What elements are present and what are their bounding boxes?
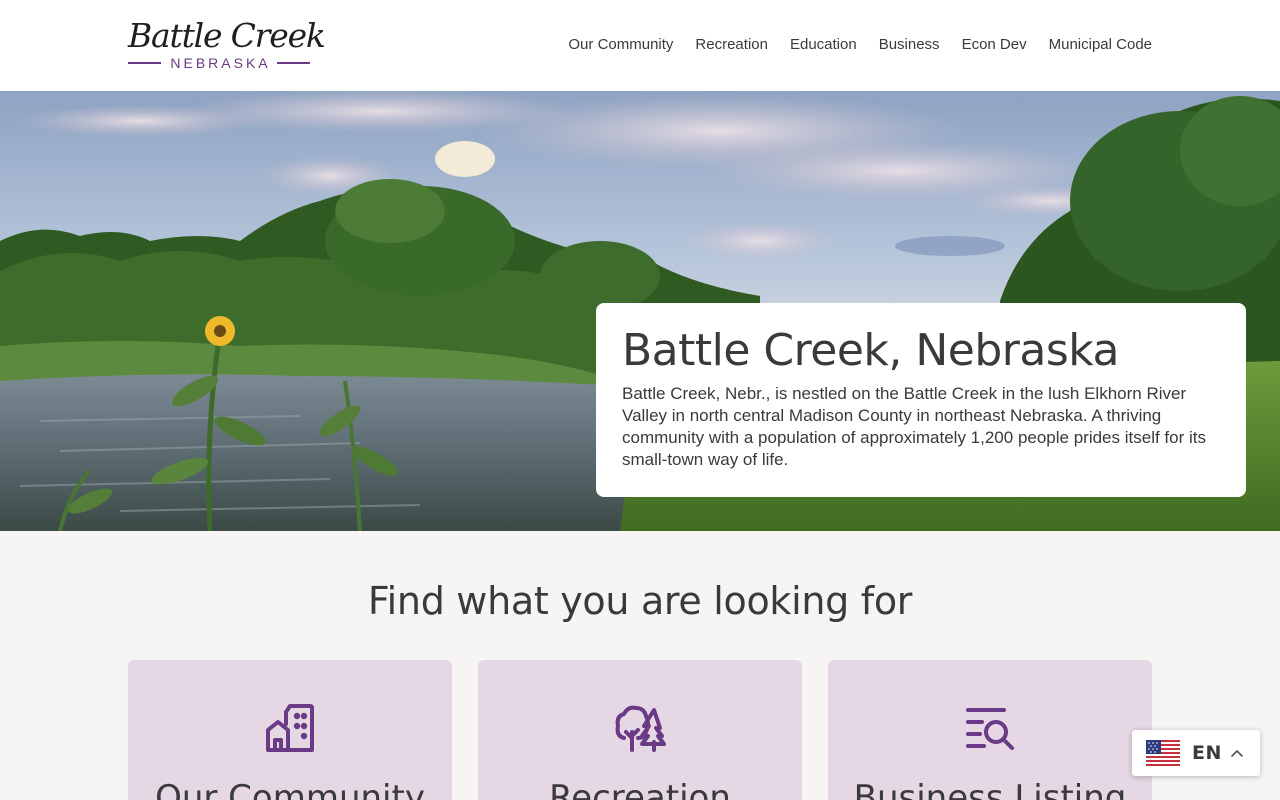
nav-business[interactable]: Business	[879, 33, 940, 57]
nav-our-community[interactable]: Our Community	[568, 33, 673, 57]
finder-section: Find what you are looking for Our Commun…	[0, 531, 1280, 800]
logo-rule-left	[128, 62, 162, 64]
card-business-listing[interactable]: Business Listing	[828, 660, 1152, 800]
chevron-up-icon	[1231, 750, 1243, 757]
site-header: Battle Creek NEBRASKA Our Community Recr…	[0, 0, 1280, 91]
language-switcher[interactable]: EN	[1132, 730, 1260, 776]
main-nav: Our Community Recreation Education Busin…	[568, 33, 1152, 57]
finder-cards: Our Community Recreation Business Listin…	[128, 660, 1152, 800]
nav-education[interactable]: Education	[790, 33, 857, 57]
trees-icon	[615, 705, 666, 752]
us-flag-icon	[1146, 740, 1180, 766]
card-our-community[interactable]: Our Community	[128, 660, 452, 800]
logo-subtitle-row: NEBRASKA	[128, 54, 310, 72]
logo-script-text: Battle Creek	[128, 16, 326, 55]
logo-rule-right	[276, 62, 310, 64]
hero-description: Battle Creek, Nebr., is nestled on the B…	[622, 384, 1206, 469]
nav-municipal-code[interactable]: Municipal Code	[1049, 33, 1152, 57]
card-label: Recreation	[549, 778, 731, 800]
card-label: Business Listing	[853, 778, 1127, 800]
city-buildings-icon	[266, 704, 314, 752]
hero-intro-card: Battle Creek, Nebraska Battle Creek, Neb…	[596, 303, 1246, 497]
logo-subtitle: NEBRASKA	[170, 55, 271, 71]
hero-title: Battle Creek, Nebraska	[622, 325, 1119, 376]
finder-title: Find what you are looking for	[367, 579, 913, 623]
site-logo[interactable]: Battle Creek NEBRASKA	[128, 16, 326, 74]
card-label: Our Community	[155, 778, 425, 800]
language-code: EN	[1192, 742, 1222, 764]
nav-recreation[interactable]: Recreation	[695, 33, 768, 57]
hero-section: Battle Creek, Nebraska Battle Creek, Neb…	[0, 91, 1280, 531]
nav-econ-dev[interactable]: Econ Dev	[962, 33, 1027, 57]
list-search-icon	[966, 708, 1014, 750]
card-recreation[interactable]: Recreation	[478, 660, 802, 800]
